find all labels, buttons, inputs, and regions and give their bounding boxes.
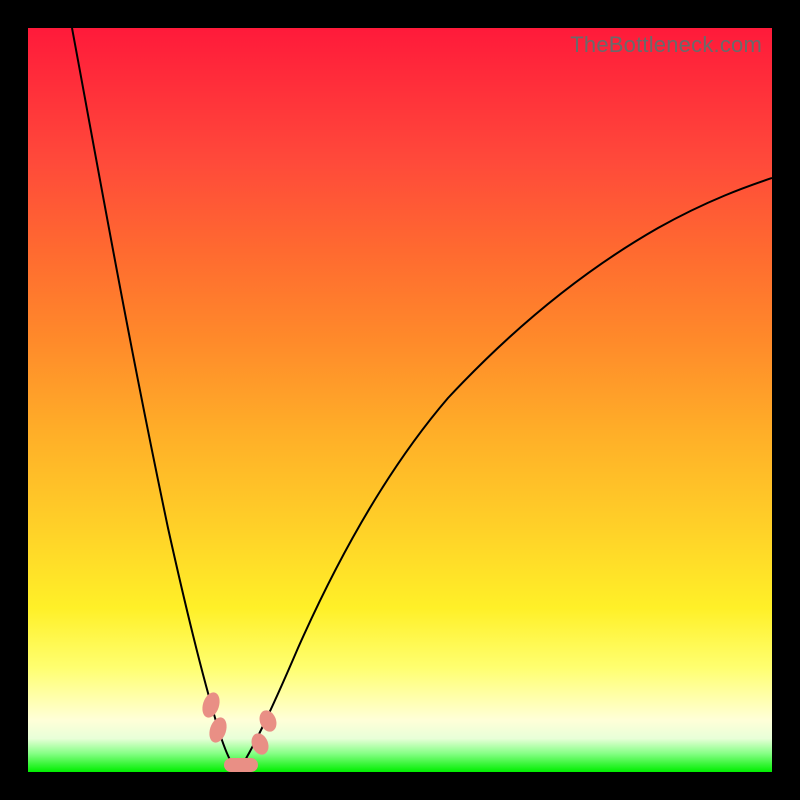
marker-bottom <box>224 758 258 772</box>
chart-svg <box>28 28 772 772</box>
marker-left-upper <box>199 690 222 720</box>
marker-left-lower <box>206 715 229 745</box>
outer-frame: TheBottleneck.com <box>0 0 800 800</box>
marker-right-lower <box>248 731 271 757</box>
plot-area: TheBottleneck.com <box>28 28 772 772</box>
curve-left-branch <box>72 28 238 772</box>
curve-right-branch <box>238 178 772 772</box>
